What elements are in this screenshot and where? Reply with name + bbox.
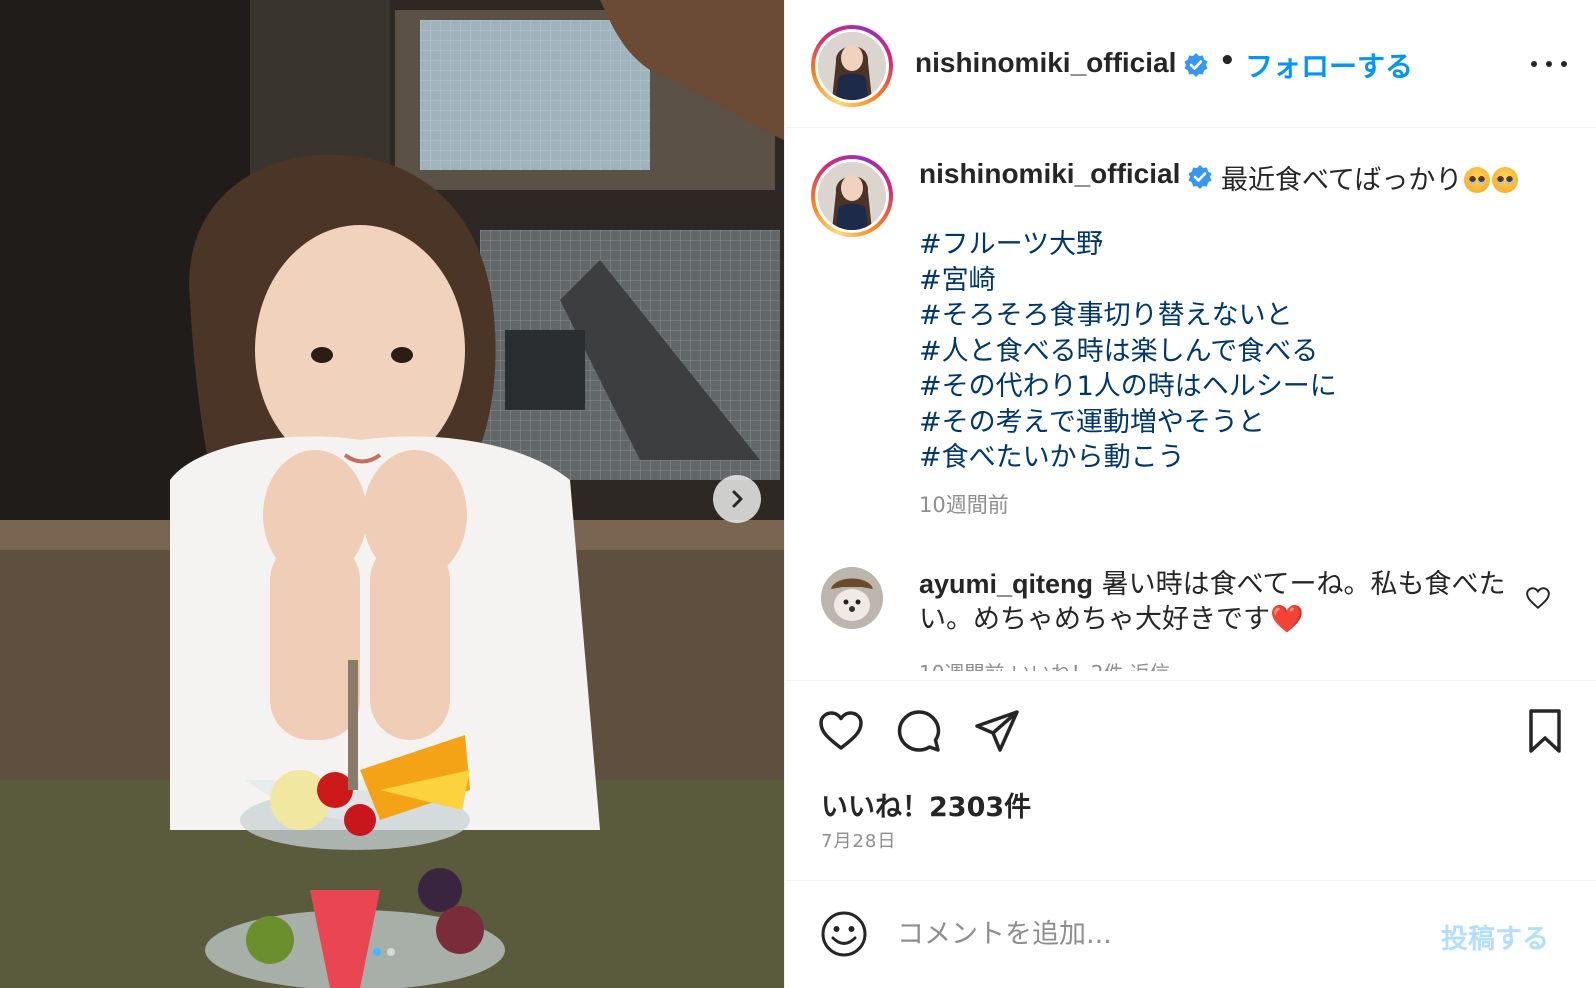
more-options-button[interactable] (1527, 52, 1571, 76)
caption-body: 最近食べてばっかり (1221, 165, 1463, 196)
more-dot-icon (1561, 61, 1567, 67)
emoji-picker-smiley-icon[interactable] (819, 909, 869, 959)
hashtag-link[interactable]: #その考えで運動増やそうと (919, 405, 1337, 441)
post-comment-button[interactable]: 投稿する (1441, 917, 1549, 956)
header-separator: • (1219, 46, 1236, 76)
comment-bubble-icon[interactable] (895, 707, 943, 755)
carousel-indicator (373, 948, 395, 956)
caption-username[interactable]: nishinomiki_official (919, 158, 1180, 190)
chevron-right-icon (732, 490, 743, 508)
hashtag-link[interactable]: #その代わり1人の時はヘルシーに (919, 369, 1337, 405)
more-dot-icon (1531, 61, 1537, 67)
author-username[interactable]: nishinomiki_official (915, 47, 1176, 79)
comment-username[interactable]: ayumi_qiteng (919, 569, 1093, 599)
hashtag-link[interactable]: #人と食べる時は楽しんで食べる (919, 334, 1337, 370)
share-paper-plane-icon[interactable] (973, 707, 1021, 755)
comment-meta: 10週間前 いいね！2件 返信 (919, 657, 1170, 671)
photo-illustration (0, 0, 784, 988)
avatar-image (818, 162, 886, 230)
post-actions: いいね！2303件 7月28日 (785, 680, 1596, 880)
follow-button[interactable]: フォローする (1245, 45, 1413, 85)
post-header: nishinomiki_official • フォローする (785, 0, 1596, 128)
pleading-face-emoji-icon (1492, 167, 1519, 193)
caption-author-avatar[interactable] (811, 155, 893, 237)
avatar-image (818, 32, 886, 100)
caption-timestamp[interactable]: 10週間前 (919, 489, 1009, 519)
hashtag-link[interactable]: #食べたいから動こう (919, 440, 1337, 476)
comment-like-heart-icon[interactable] (1525, 585, 1551, 611)
comment-composer: 投稿する (785, 880, 1596, 988)
likes-count[interactable]: いいね！2303件 (821, 785, 1031, 824)
save-bookmark-icon[interactable] (1521, 707, 1569, 755)
comment-item: ayumi_qiteng 暑い時は食べてーね。私も食べたい。めちゃめちゃ大好きで… (919, 567, 1519, 637)
carousel-next-button[interactable] (713, 475, 761, 523)
instagram-post-view: nishinomiki_official • フォローする nishinomik… (0, 0, 1596, 988)
more-dot-icon (1546, 61, 1552, 67)
carousel-dot-2 (387, 948, 395, 956)
like-heart-icon[interactable] (817, 707, 865, 755)
post-photo[interactable] (0, 0, 784, 988)
comment-input[interactable] (897, 911, 1417, 957)
post-date[interactable]: 7月28日 (821, 827, 896, 853)
carousel-dot-1 (373, 948, 381, 956)
pleading-face-emoji-icon (1464, 167, 1491, 193)
verified-badge-icon (1184, 53, 1208, 77)
hashtag-link[interactable]: #宮崎 (919, 263, 1337, 299)
red-heart-emoji-icon: ❤️ (1270, 604, 1304, 635)
caption-text: 最近食べてばっかり (1221, 158, 1519, 197)
comments-scroll-area[interactable]: nishinomiki_official 最近食べてばっかり #フルーツ大野 #… (785, 129, 1596, 679)
hashtag-link[interactable]: #そろそろ食事切り替えないと (919, 298, 1337, 334)
author-avatar[interactable] (811, 25, 893, 107)
commenter-avatar[interactable] (821, 567, 883, 629)
hashtag-list: #フルーツ大野 #宮崎 #そろそろ食事切り替えないと #人と食べる時は楽しんで食… (919, 227, 1337, 476)
hashtag-link[interactable]: #フルーツ大野 (919, 227, 1337, 263)
verified-badge-icon (1188, 165, 1212, 189)
post-sidebar: nishinomiki_official • フォローする nishinomik… (784, 0, 1596, 988)
